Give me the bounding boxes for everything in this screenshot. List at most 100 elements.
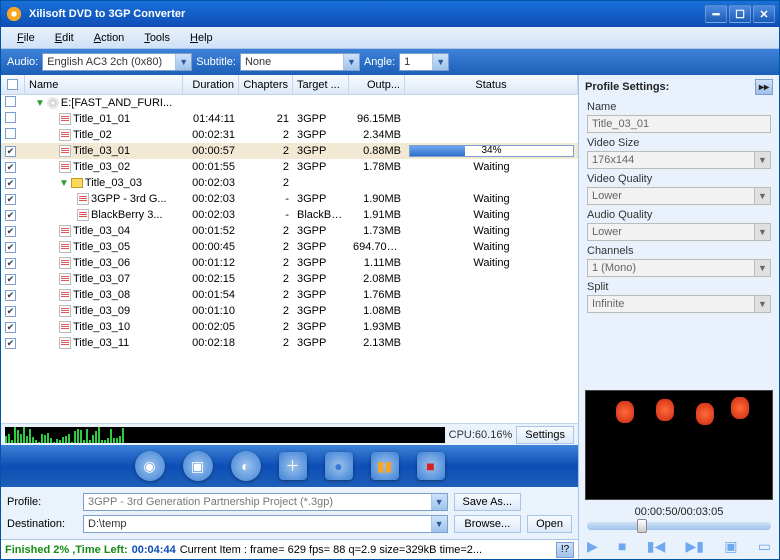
angle-combo[interactable]: 1▼ — [399, 53, 449, 71]
profile-button[interactable]: ◐ — [231, 451, 261, 481]
browse-button[interactable]: Browse... — [454, 515, 522, 533]
col-check[interactable] — [1, 75, 25, 94]
table-row[interactable]: ✔Title_03_0800:01:5423GPP1.76MB — [1, 287, 578, 303]
table-row[interactable]: ✔Title_03_1000:02:0523GPP1.93MB — [1, 319, 578, 335]
save-as-button[interactable]: Save As... — [454, 493, 522, 511]
open-folder-button[interactable]: ▭ — [758, 538, 771, 555]
table-row[interactable]: ✔Title_03_0900:01:1023GPP1.08MB — [1, 303, 578, 319]
play-button[interactable]: ▶ — [587, 538, 598, 555]
expand-arrow-icon[interactable]: ▼ — [35, 98, 45, 109]
titlebar[interactable]: Xilisoft DVD to 3GP Converter ━ ☐ ✕ — [1, 1, 779, 27]
add-folder-button[interactable]: ▣ — [183, 451, 213, 481]
ps-ch-combo[interactable]: 1 (Mono)▼ — [587, 259, 771, 277]
col-output[interactable]: Outp... — [349, 75, 405, 94]
table-row[interactable]: ✔Title_03_1100:02:1823GPP2.13MB — [1, 335, 578, 351]
profile-combo[interactable]: 3GPP - 3rd Generation Partnership Projec… — [83, 493, 448, 511]
menu-file[interactable]: FFileile — [7, 30, 45, 46]
menu-edit[interactable]: EditEdit — [45, 30, 84, 46]
table-row[interactable]: ▼E:[FAST_AND_FURI... — [1, 95, 578, 111]
checkbox[interactable]: ✔ — [5, 306, 16, 317]
table-row[interactable]: ✔3GPP - 3rd G...00:02:03-3GPP1.90MBWaiti… — [1, 191, 578, 207]
prev-button[interactable]: ▮◀ — [647, 538, 665, 555]
table-body[interactable]: ▼E:[FAST_AND_FURI...Title_01_0101:44:112… — [1, 95, 578, 423]
table-row[interactable]: ✔Title_03_0400:01:5223GPP1.73MBWaiting — [1, 223, 578, 239]
menu-help[interactable]: HelpHelp — [180, 30, 223, 46]
pause-button[interactable]: ▮▮ — [371, 452, 399, 480]
checkbox[interactable]: ✔ — [5, 146, 16, 157]
row-name: Title_03_03 — [85, 177, 142, 189]
disc-icon: ◉ — [143, 458, 155, 475]
table-row[interactable]: ✔▼Title_03_0300:02:032 — [1, 175, 578, 191]
subtitle-value: None — [245, 56, 271, 68]
progress-bar: 34% — [409, 145, 574, 157]
ps-vsize-combo[interactable]: 176x144▼ — [587, 151, 771, 169]
stop-media-button[interactable]: ■ — [618, 538, 626, 555]
chevron-down-icon: ▼ — [754, 152, 770, 168]
checkbox[interactable]: ✔ — [5, 274, 16, 285]
minimize-button[interactable]: ━ — [705, 5, 727, 23]
checkbox[interactable] — [5, 128, 16, 139]
table-row[interactable]: Title_0200:02:3123GPP2.34MB — [1, 127, 578, 143]
menu-tools[interactable]: ToolsTools — [134, 30, 180, 46]
page-icon — [77, 193, 89, 205]
close-button[interactable]: ✕ — [753, 5, 775, 23]
record-button[interactable]: ● — [325, 452, 353, 480]
table-row[interactable]: ✔BlackBerry 3...00:02:03-BlackBerry1.91M… — [1, 207, 578, 223]
checkbox[interactable] — [5, 96, 16, 107]
table-row[interactable]: ✔Title_03_0200:01:5523GPP1.78MBWaiting — [1, 159, 578, 175]
settings-button[interactable]: Settings — [516, 426, 574, 444]
ps-name-input[interactable]: Title_03_01 — [587, 115, 771, 133]
expand-button[interactable]: ▸▸ — [755, 79, 773, 95]
destination-combo[interactable]: D:\temp▼ — [83, 515, 448, 533]
stop-button[interactable]: ■ — [417, 452, 445, 480]
file-table: Name Duration Chapters Target ... Outp..… — [1, 75, 578, 423]
checkbox[interactable]: ✔ — [5, 178, 16, 189]
checkbox[interactable]: ✔ — [5, 258, 16, 269]
ps-name-label: Name — [587, 101, 771, 113]
ps-vq-combo[interactable]: Lower▼ — [587, 187, 771, 205]
subtitle-combo[interactable]: None▼ — [240, 53, 360, 71]
profile-settings-header: Profile Settings: — [585, 81, 669, 93]
help-icon-button[interactable]: !? — [556, 542, 574, 558]
ps-sp-combo[interactable]: Infinite▼ — [587, 295, 771, 313]
col-name[interactable]: Name — [25, 75, 183, 94]
checkbox[interactable]: ✔ — [5, 162, 16, 173]
table-row[interactable]: ✔Title_03_0600:01:1223GPP1.11MBWaiting — [1, 255, 578, 271]
disc-button[interactable]: ◉ — [135, 451, 165, 481]
table-row[interactable]: Title_01_0101:44:11213GPP96.15MB — [1, 111, 578, 127]
video-preview[interactable] — [585, 390, 773, 500]
row-name: BlackBerry 3... — [91, 209, 163, 221]
checkbox[interactable]: ✔ — [5, 322, 16, 333]
profile-value: 3GPP - 3rd Generation Partnership Projec… — [88, 496, 333, 508]
maximize-button[interactable]: ☐ — [729, 5, 751, 23]
row-name: Title_03_11 — [73, 337, 129, 349]
checkbox[interactable]: ✔ — [5, 290, 16, 301]
col-duration[interactable]: Duration — [183, 75, 239, 94]
table-row[interactable]: ✔Title_03_0100:00:5723GPP0.88MB34% — [1, 143, 578, 159]
checkbox[interactable] — [5, 112, 16, 123]
table-row[interactable]: ✔Title_03_0500:00:4523GPP694.70KBWaiting — [1, 239, 578, 255]
menu-action[interactable]: ActionAction — [84, 30, 135, 46]
window-title: Xilisoft DVD to 3GP Converter — [29, 8, 185, 20]
table-row[interactable]: ✔Title_03_0700:02:1523GPP2.08MB — [1, 271, 578, 287]
checkbox[interactable]: ✔ — [5, 210, 16, 221]
checkbox[interactable]: ✔ — [5, 226, 16, 237]
row-name: Title_03_07 — [73, 273, 130, 285]
col-target[interactable]: Target ... — [293, 75, 349, 94]
col-status[interactable]: Status — [405, 75, 578, 94]
ps-aq-combo[interactable]: Lower▼ — [587, 223, 771, 241]
checkbox[interactable]: ✔ — [5, 242, 16, 253]
checkbox[interactable]: ✔ — [5, 194, 16, 205]
page-icon — [59, 257, 71, 269]
expand-arrow-icon[interactable]: ▼ — [59, 178, 69, 189]
next-button[interactable]: ▶▮ — [685, 538, 703, 555]
checkbox[interactable]: ✔ — [5, 338, 16, 349]
open-button[interactable]: Open — [527, 515, 572, 533]
col-chapters[interactable]: Chapters — [239, 75, 293, 94]
audio-combo[interactable]: English AC3 2ch (0x80)▼ — [42, 53, 192, 71]
row-name: Title_03_10 — [73, 321, 130, 333]
snapshot-button[interactable]: ▣ — [724, 538, 737, 555]
slider-thumb[interactable] — [637, 519, 647, 533]
seek-slider[interactable] — [587, 522, 771, 530]
add-button[interactable]: ＋ — [279, 452, 307, 480]
